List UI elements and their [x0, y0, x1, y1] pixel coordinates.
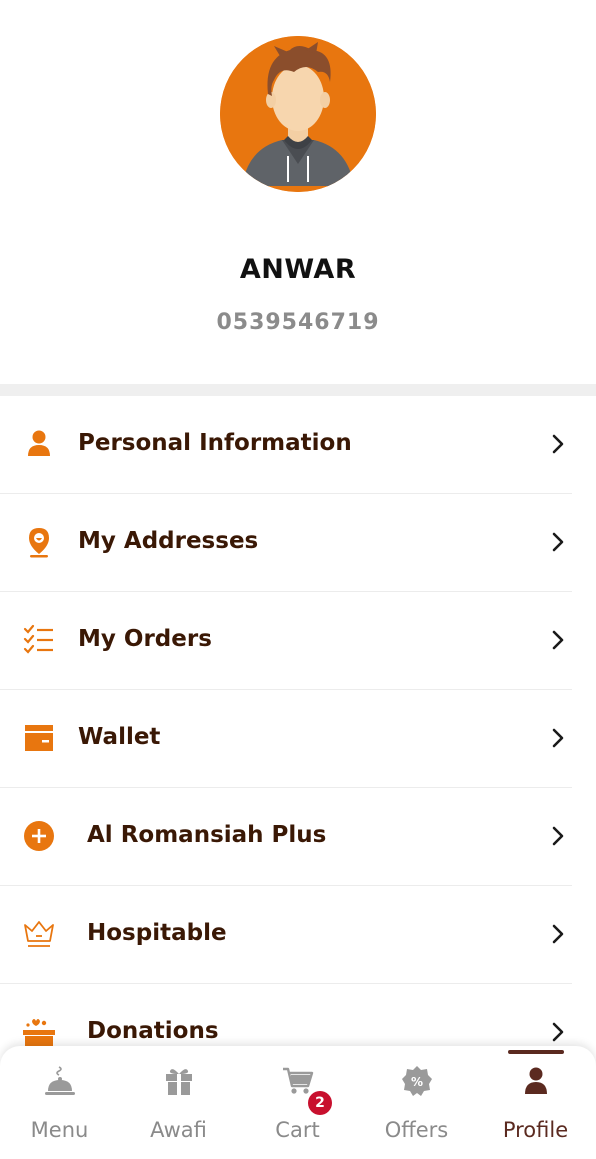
- menu-item-label: My Orders: [78, 626, 212, 652]
- cart-count-badge: 2: [308, 1091, 332, 1115]
- nav-item-awafi[interactable]: Awafi: [119, 1046, 238, 1159]
- profile-menu: Personal Information My Addresses My Ord…: [0, 396, 596, 1082]
- menu-item-label: Donations: [87, 1018, 219, 1044]
- gift-icon: [165, 1069, 192, 1095]
- person-icon: [22, 427, 56, 461]
- cart-icon: [282, 1067, 313, 1094]
- chevron-right-icon: [552, 728, 564, 748]
- nav-label: Profile: [502, 1118, 569, 1142]
- checklist-icon: [22, 623, 56, 657]
- user-phone: 0539546719: [216, 310, 380, 335]
- chevron-right-icon: [552, 434, 564, 454]
- donation-box-icon: [22, 1015, 56, 1049]
- menu-item-label: Al Romansiah Plus: [87, 822, 327, 848]
- avatar-illustration-icon: [220, 36, 376, 192]
- food-cloche-icon: [44, 1066, 75, 1095]
- section-divider: [0, 384, 596, 396]
- menu-item-label: My Addresses: [78, 528, 259, 554]
- chevron-right-icon: [552, 924, 564, 944]
- menu-item-label: Hospitable: [87, 920, 227, 946]
- nav-label: Cart: [275, 1118, 320, 1142]
- avatar[interactable]: [220, 36, 376, 192]
- chevron-right-icon: [552, 630, 564, 650]
- menu-item-wallet[interactable]: Wallet: [0, 690, 596, 788]
- chevron-right-icon: [552, 532, 564, 552]
- nav-label: Menu: [30, 1118, 89, 1142]
- profile-header: ANWAR 0539546719: [0, 0, 596, 384]
- plus-circle-icon: [22, 819, 56, 853]
- chevron-right-icon: [552, 1022, 564, 1042]
- location-pin-icon: [22, 525, 56, 559]
- wallet-icon: [22, 721, 56, 755]
- svg-text:%: %: [410, 1075, 422, 1089]
- menu-item-personal-information[interactable]: Personal Information: [0, 396, 596, 494]
- menu-item-my-orders[interactable]: My Orders: [0, 592, 596, 690]
- nav-item-cart[interactable]: Cart: [238, 1046, 357, 1159]
- bottom-nav: Menu Awafi Cart 2 % Offers Profile: [0, 1046, 596, 1159]
- menu-item-hospitable[interactable]: Hospitable: [0, 886, 596, 984]
- profile-icon: [524, 1067, 547, 1094]
- chevron-right-icon: [552, 826, 564, 846]
- menu-item-label: Wallet: [78, 724, 161, 750]
- nav-label: Awafi: [150, 1118, 207, 1142]
- user-name: ANWAR: [239, 254, 357, 285]
- nav-item-menu[interactable]: Menu: [0, 1046, 119, 1159]
- nav-label: Offers: [384, 1118, 449, 1142]
- menu-item-my-addresses[interactable]: My Addresses: [0, 494, 596, 592]
- menu-item-al-romansiah-plus[interactable]: Al Romansiah Plus: [0, 788, 596, 886]
- menu-item-label: Personal Information: [78, 430, 352, 456]
- crown-icon: [22, 917, 56, 951]
- nav-item-offers[interactable]: % Offers: [357, 1046, 476, 1159]
- nav-item-profile[interactable]: Profile: [476, 1046, 595, 1159]
- discount-badge-icon: %: [401, 1066, 432, 1096]
